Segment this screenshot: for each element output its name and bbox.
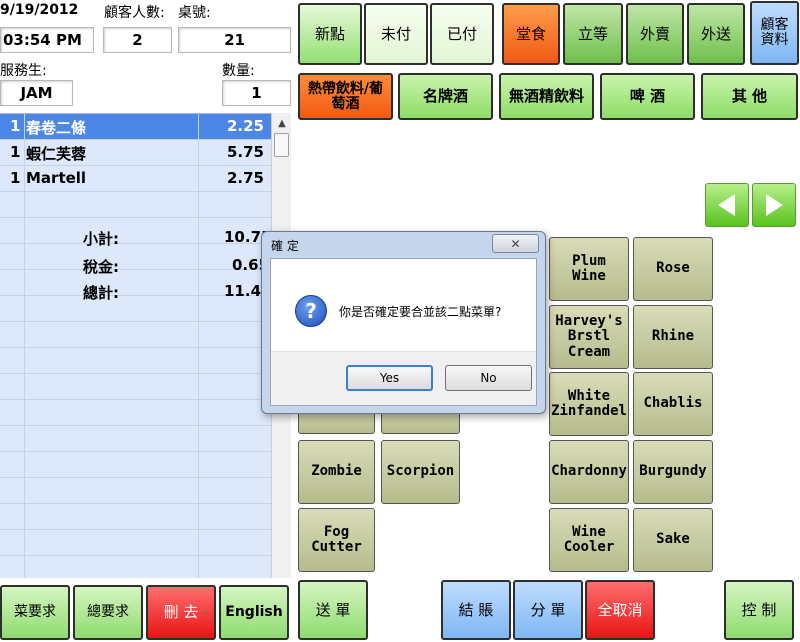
menu-item-burgundy[interactable]: Burgundy <box>633 440 713 504</box>
confirm-dialog: 確 定 ✕ ? 你是否確定要合並該二點菜單? Yes No <box>261 231 546 414</box>
category-non-alcoholic[interactable]: 無酒精飲料 <box>499 73 594 120</box>
close-icon: ✕ <box>510 236 521 251</box>
question-icon: ? <box>295 295 327 327</box>
menu-item-fog-cutter[interactable]: Fog Cutter <box>298 508 375 572</box>
menu-item-chablis[interactable]: Chablis <box>633 372 713 436</box>
dine-in-button[interactable]: 堂食 <box>502 3 560 65</box>
order-list[interactable]: 1 春卷二條 2.25 1 蝦仁芙蓉 5.75 1 Martell 2.75 小… <box>0 113 271 578</box>
menu-item-white-zinfandel[interactable]: White Zinfandel <box>549 372 629 436</box>
total-label: 總計: <box>83 284 119 302</box>
paid-button[interactable]: 已付 <box>430 3 494 65</box>
order-row-qty: 1 <box>10 117 21 135</box>
arrow-left-icon <box>718 194 735 216</box>
send-order-button[interactable]: 送 單 <box>298 580 368 640</box>
menu-item-sake[interactable]: Sake <box>633 508 713 572</box>
order-row-price: 2.75 <box>226 169 264 187</box>
subtotal-label: 小計: <box>83 230 119 248</box>
dialog-yes-button[interactable]: Yes <box>346 365 433 391</box>
category-beer[interactable]: 啤 酒 <box>600 73 695 120</box>
menu-item-zombie[interactable]: Zombie <box>298 440 375 504</box>
unpaid-button[interactable]: 未付 <box>364 3 428 65</box>
menu-item-scorpion[interactable]: Scorpion <box>381 440 460 504</box>
takeout-button[interactable]: 外賣 <box>626 3 684 65</box>
next-page-button[interactable] <box>752 183 796 227</box>
arrow-right-icon <box>766 194 783 216</box>
menu-item-chardonny[interactable]: Chardonny <box>549 440 629 504</box>
control-button[interactable]: 控 制 <box>724 580 794 640</box>
order-row-price: 2.25 <box>226 117 264 135</box>
guests-field[interactable]: 2 <box>103 27 172 53</box>
table-field[interactable]: 21 <box>178 27 291 53</box>
dialog-close-button[interactable]: ✕ <box>492 234 539 253</box>
dish-request-button[interactable]: 菜要求 <box>0 585 70 640</box>
order-row-name: 蝦仁芙蓉 <box>26 145 87 163</box>
category-tropical-wine[interactable]: 熱帶飲料/葡萄酒 <box>298 73 393 120</box>
order-panel: 9/19/2012 顧客人數: 桌號: 03:54 PM 2 21 服務生: 數… <box>0 0 297 642</box>
dialog-footer: Yes No <box>271 351 536 405</box>
time-field: 03:54 PM <box>0 27 94 53</box>
split-order-button[interactable]: 分 單 <box>513 580 583 640</box>
menu-item-plum-wine[interactable]: Plum Wine <box>549 237 629 301</box>
scroll-thumb[interactable] <box>274 133 289 157</box>
order-row-name: 春卷二條 <box>26 119 87 137</box>
dialog-title: 確 定 <box>271 239 299 253</box>
menu-item-wine-cooler[interactable]: Wine Cooler <box>549 508 629 572</box>
order-row-qty: 1 <box>10 169 21 187</box>
order-row[interactable]: 1 蝦仁芙蓉 5.75 <box>0 140 271 166</box>
english-button[interactable]: English <box>219 585 289 640</box>
cancel-all-button[interactable]: 全取消 <box>585 580 655 640</box>
new-order-button[interactable]: 新點 <box>298 3 362 65</box>
tax-label: 稅金: <box>83 258 119 276</box>
general-request-button[interactable]: 總要求 <box>73 585 143 640</box>
wait-button[interactable]: 立等 <box>563 3 623 65</box>
category-brand-liquor[interactable]: 名牌酒 <box>398 73 493 120</box>
server-label: 服務生: <box>0 63 47 79</box>
order-row[interactable]: 1 春卷二條 2.25 <box>0 114 271 140</box>
delivery-button[interactable]: 外送 <box>687 3 745 65</box>
category-other[interactable]: 其 他 <box>701 73 798 120</box>
order-row-qty: 1 <box>10 143 21 161</box>
dialog-body: ? 你是否確定要合並該二點菜單? Yes No <box>270 258 537 406</box>
menu-item-harveys-bristol-cream[interactable]: Harvey's Brstl Cream <box>549 305 629 369</box>
order-row[interactable]: 1 Martell 2.75 <box>0 166 271 192</box>
table-label: 桌號: <box>178 5 211 21</box>
order-row-name: Martell <box>26 169 87 187</box>
dialog-no-button[interactable]: No <box>445 365 532 391</box>
order-row-price: 5.75 <box>226 143 264 161</box>
prev-page-button[interactable] <box>705 183 749 227</box>
dialog-message: 你是否確定要合並該二點菜單? <box>339 305 502 319</box>
qty-field[interactable]: 1 <box>222 80 291 106</box>
guests-label: 顧客人數: <box>104 5 165 21</box>
delete-button[interactable]: 刪 去 <box>146 585 216 640</box>
customer-info-button[interactable]: 顧客資料 <box>750 1 799 65</box>
qty-label: 數量: <box>222 63 255 79</box>
date-label: 9/19/2012 <box>0 2 79 18</box>
checkout-button[interactable]: 結 賬 <box>441 580 511 640</box>
menu-item-rose[interactable]: Rose <box>633 237 713 301</box>
scroll-up-arrow-icon[interactable]: ▲ <box>272 113 292 133</box>
server-field[interactable]: JAM <box>0 80 73 106</box>
menu-item-rhine[interactable]: Rhine <box>633 305 713 369</box>
